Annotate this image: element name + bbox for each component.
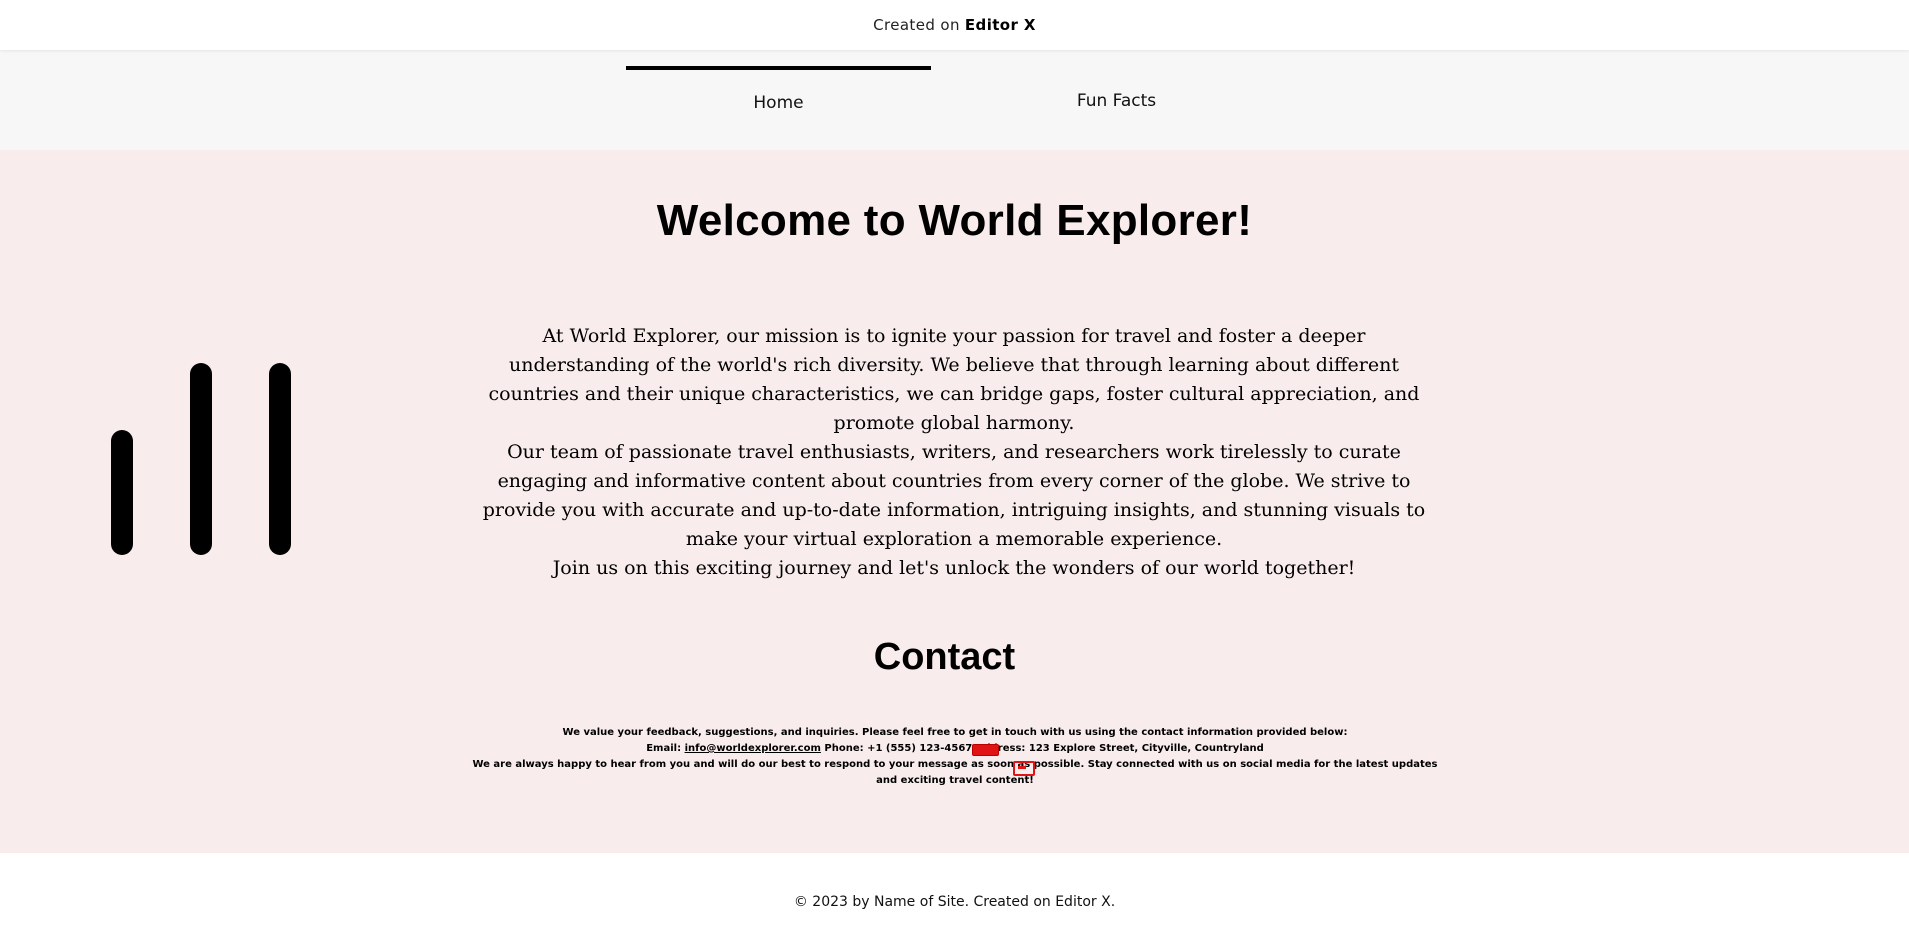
editor-x-banner[interactable]: Created on Editor X (0, 0, 1909, 50)
contact-line: Email: info@worldexplorer.com Phone: +1 … (470, 741, 1440, 757)
hero-section: Welcome to World Explorer! At World Expl… (0, 150, 1909, 853)
nav-item-fun-facts[interactable]: Fun Facts (964, 66, 1269, 150)
bar-tall (269, 363, 291, 555)
banner-prefix: Created on (873, 16, 960, 34)
contact-info: We value your feedback, suggestions, and… (470, 725, 1440, 789)
page-title: Welcome to World Explorer! (656, 196, 1253, 245)
red-marker-icon (972, 744, 999, 756)
email-label: Email: (646, 743, 682, 754)
contact-closing: We are always happy to hear from you and… (472, 759, 1438, 786)
banner-brand[interactable]: Editor X (965, 16, 1036, 34)
mission-paragraph: At World Explorer, our mission is to ign… (488, 325, 1420, 434)
address-text: Address: 123 Explore Street, Cityville, … (975, 743, 1264, 754)
mission-paragraph: Our team of passionate travel enthusiast… (482, 441, 1426, 550)
red-marker-icon (1013, 761, 1035, 776)
mission-text: At World Explorer, our mission is to ign… (480, 322, 1428, 583)
main-nav: Home Fun Facts (0, 50, 1909, 150)
footer-text: © 2023 by Name of Site. Created on Edito… (793, 894, 1116, 910)
bar-tall (190, 363, 212, 555)
contact-intro: We value your feedback, suggestions, and… (562, 727, 1348, 738)
footer: © 2023 by Name of Site. Created on Edito… (0, 853, 1909, 940)
bar-short (111, 430, 133, 555)
nav-item-home[interactable]: Home (626, 66, 931, 150)
mission-paragraph: Join us on this exciting journey and let… (552, 557, 1356, 579)
phone-text: Phone: +1 (555) 123-4567 (824, 743, 973, 754)
contact-heading: Contact (873, 636, 1016, 678)
email-link[interactable]: info@worldexplorer.com (685, 743, 821, 754)
